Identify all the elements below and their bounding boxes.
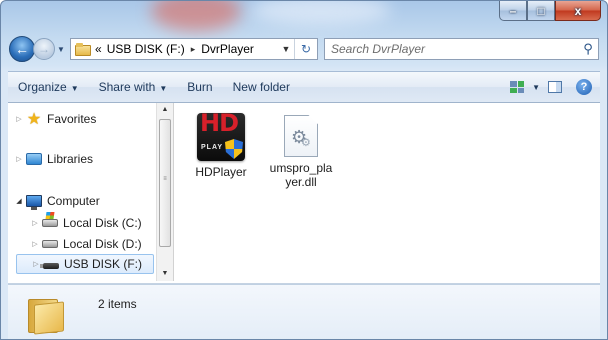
tree-item-favorites[interactable]: ▷ ★ Favorites [14, 109, 96, 129]
navigation-row: ← → ▼ « USB DISK (F:) ▸ DvrPlayer ▼ ↻ Se… [9, 35, 599, 63]
computer-icon [26, 193, 42, 210]
expand-icon[interactable]: ▷ [14, 115, 24, 123]
scroll-up-icon[interactable]: ▲ [157, 103, 173, 117]
tree-item-usb-disk-f[interactable]: ▷ USB DISK (F:) [16, 254, 154, 274]
file-item-umspro-player-dll[interactable]: ⚙ ⚙ umspro_pla yer.dll [268, 113, 334, 189]
content-area: ▷ ★ Favorites ▷ Libraries ◢ Computer ▷ L… [8, 103, 600, 284]
close-button[interactable]: x [555, 1, 601, 21]
folder-icon [75, 42, 91, 56]
tree-label: Computer [47, 194, 100, 208]
hdplayer-app-icon: HD PLAY [197, 113, 245, 161]
forward-arrow-icon: → [38, 42, 50, 56]
chevron-down-icon: ▼ [70, 84, 79, 93]
breadcrumb-dvrplayer[interactable]: DvrPlayer [201, 42, 254, 56]
share-with-label: Share with [98, 80, 156, 94]
folder-icon [28, 295, 64, 335]
scroll-down-icon[interactable]: ▼ [157, 267, 173, 281]
library-icon [26, 151, 42, 167]
view-controls: ▼ ? [510, 79, 600, 95]
address-overflow[interactable]: « [95, 42, 102, 56]
change-view-icon[interactable] [510, 81, 525, 93]
expand-icon[interactable]: ▷ [30, 219, 40, 227]
nav-pane-scrollbar[interactable]: ▲ ≡ ▼ [156, 103, 174, 281]
desktop-blur [251, 1, 391, 25]
file-name: umspro_pla yer.dll [269, 161, 333, 189]
collapse-icon[interactable]: ◢ [14, 197, 24, 205]
explorer-window: – □ x ← → ▼ « USB DISK (F:) ▸ DvrPlayer … [0, 0, 608, 340]
recent-pages-dropdown[interactable]: ▼ [56, 45, 66, 54]
windows-drive-icon [42, 215, 58, 231]
chevron-down-icon[interactable]: ▼ [532, 83, 540, 92]
minimize-button[interactable]: – [499, 1, 527, 21]
tree-label: USB DISK (F:) [64, 257, 143, 271]
tree-label: Libraries [47, 152, 94, 166]
back-button[interactable]: ← [9, 36, 35, 62]
help-icon[interactable]: ? [576, 79, 592, 95]
file-item-hdplayer[interactable]: HD PLAY HDPlayer [188, 113, 254, 179]
usb-drive-icon [40, 256, 59, 272]
file-list: HD PLAY HDPlayer ⚙ ⚙ umspro_pla yer.dll [174, 103, 600, 281]
details-pane: 2 items [8, 284, 600, 339]
file-name: HDPlayer [195, 165, 247, 179]
refresh-button[interactable]: ↻ [294, 39, 317, 59]
scrollbar-thumb[interactable]: ≡ [159, 119, 171, 247]
burn-button[interactable]: Burn [177, 80, 222, 94]
tree-label: Favorites [47, 112, 97, 126]
tree-item-libraries[interactable]: ▷ Libraries [14, 149, 93, 169]
dll-file-icon: ⚙ ⚙ [284, 115, 318, 157]
maximize-button[interactable]: □ [527, 1, 555, 21]
expand-icon[interactable]: ▷ [14, 155, 24, 163]
organize-button[interactable]: Organize ▼ [8, 80, 89, 94]
chevron-down-icon: ▼ [159, 84, 168, 93]
item-count: 2 items [98, 297, 137, 311]
command-bar: Organize ▼ Share with ▼ Burn New folder ▼ … [8, 71, 600, 103]
address-bar[interactable]: « USB DISK (F:) ▸ DvrPlayer ▼ ↻ [70, 38, 318, 60]
share-with-button[interactable]: Share with ▼ [89, 80, 178, 94]
forward-button[interactable]: → [33, 38, 55, 60]
preview-pane-icon[interactable] [548, 81, 562, 93]
navigation-pane: ▷ ★ Favorites ▷ Libraries ◢ Computer ▷ L… [8, 103, 156, 281]
expand-icon[interactable]: ▷ [30, 240, 40, 248]
search-placeholder: Search DvrPlayer [331, 42, 426, 56]
tree-label: Local Disk (D:) [63, 237, 142, 251]
search-input[interactable]: Search DvrPlayer ⚲ [324, 38, 599, 60]
organize-label: Organize [18, 80, 67, 94]
breadcrumb-separator[interactable]: ▸ [191, 44, 196, 55]
breadcrumb-usb-disk[interactable]: USB DISK (F:) [107, 42, 185, 56]
new-folder-button[interactable]: New folder [223, 80, 300, 94]
tree-item-computer[interactable]: ◢ Computer [14, 191, 100, 211]
tree-item-local-disk-d[interactable]: ▷ Local Disk (D:) [30, 234, 142, 254]
caption-buttons: – □ x [499, 1, 601, 21]
address-dropdown-icon[interactable]: ▼ [278, 44, 294, 54]
desktop-blur [151, 1, 241, 31]
search-icon[interactable]: ⚲ [578, 41, 598, 57]
back-arrow-icon: ← [15, 41, 29, 57]
star-icon: ★ [26, 111, 42, 128]
hard-drive-icon [42, 236, 58, 252]
tree-item-local-disk-c[interactable]: ▷ Local Disk (C:) [30, 213, 142, 233]
tree-label: Local Disk (C:) [63, 216, 142, 230]
